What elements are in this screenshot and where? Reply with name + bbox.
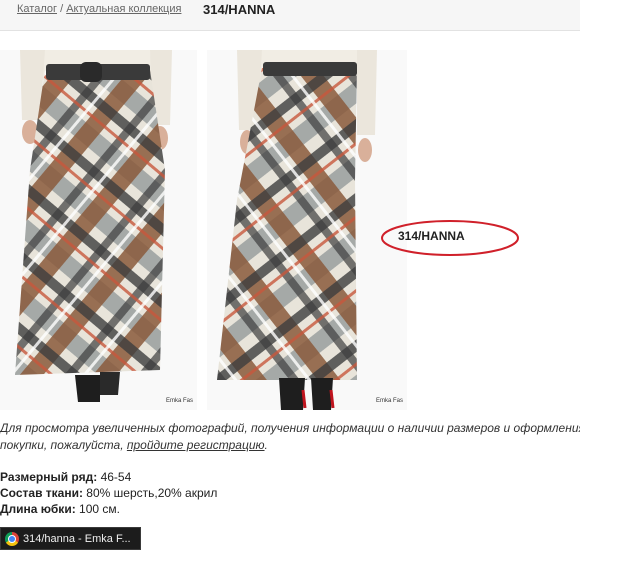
- registration-notice: Для просмотра увеличенных фотографий, по…: [0, 420, 580, 454]
- photo-watermark: Emka Fas: [375, 398, 403, 404]
- taskbar-window-label: 314/hanna - Emka F...: [23, 532, 131, 545]
- product-specs: Размерный ряд: 46-54 Состав ткани: 80% ш…: [0, 469, 217, 517]
- photo-watermark: Emka Fas: [165, 398, 193, 404]
- product-photo-front[interactable]: Emka Fas: [0, 50, 197, 410]
- notice-line-2-prefix: покупки, пожалуйста,: [0, 438, 127, 452]
- notice-line-1: Для просмотра увеличенных фотографий, по…: [0, 421, 580, 435]
- breadcrumb-collection-link[interactable]: Актуальная коллекция: [66, 3, 181, 15]
- spec-value: 100 см.: [79, 502, 120, 516]
- taskbar-window-button[interactable]: 314/hanna - Emka F...: [0, 527, 141, 550]
- page-title: 314/HANNA: [203, 2, 276, 17]
- sku-label: 314/HANNA: [398, 229, 465, 243]
- spec-label: Размерный ряд:: [0, 470, 98, 484]
- breadcrumb-separator: /: [60, 3, 64, 15]
- spec-label: Длина юбки:: [0, 502, 76, 516]
- notice-line-2: покупки, пожалуйста, пройдите регистраци…: [0, 437, 580, 454]
- notice-line-2-suffix: .: [264, 438, 268, 452]
- header-bar: Каталог / Актуальная коллекция 314/HANNA: [0, 0, 580, 31]
- product-photo-back[interactable]: Emka Fas: [207, 50, 407, 410]
- sku-callout: 314/HANNA: [380, 218, 520, 258]
- spec-row: Состав ткани: 80% шерсть,20% акрил: [0, 485, 217, 501]
- register-link[interactable]: пройдите регистрацию: [127, 438, 265, 452]
- breadcrumb: Каталог / Актуальная коллекция: [17, 3, 181, 15]
- spec-value: 46-54: [100, 470, 132, 484]
- chrome-icon: [5, 531, 19, 546]
- spec-label: Состав ткани:: [0, 486, 83, 500]
- spec-row: Длина юбки: 100 см.: [0, 501, 217, 517]
- spec-row: Размерный ряд: 46-54: [0, 469, 217, 485]
- breadcrumb-catalog-link[interactable]: Каталог: [17, 3, 57, 15]
- spec-value: 80% шерсть,20% акрил: [86, 486, 218, 500]
